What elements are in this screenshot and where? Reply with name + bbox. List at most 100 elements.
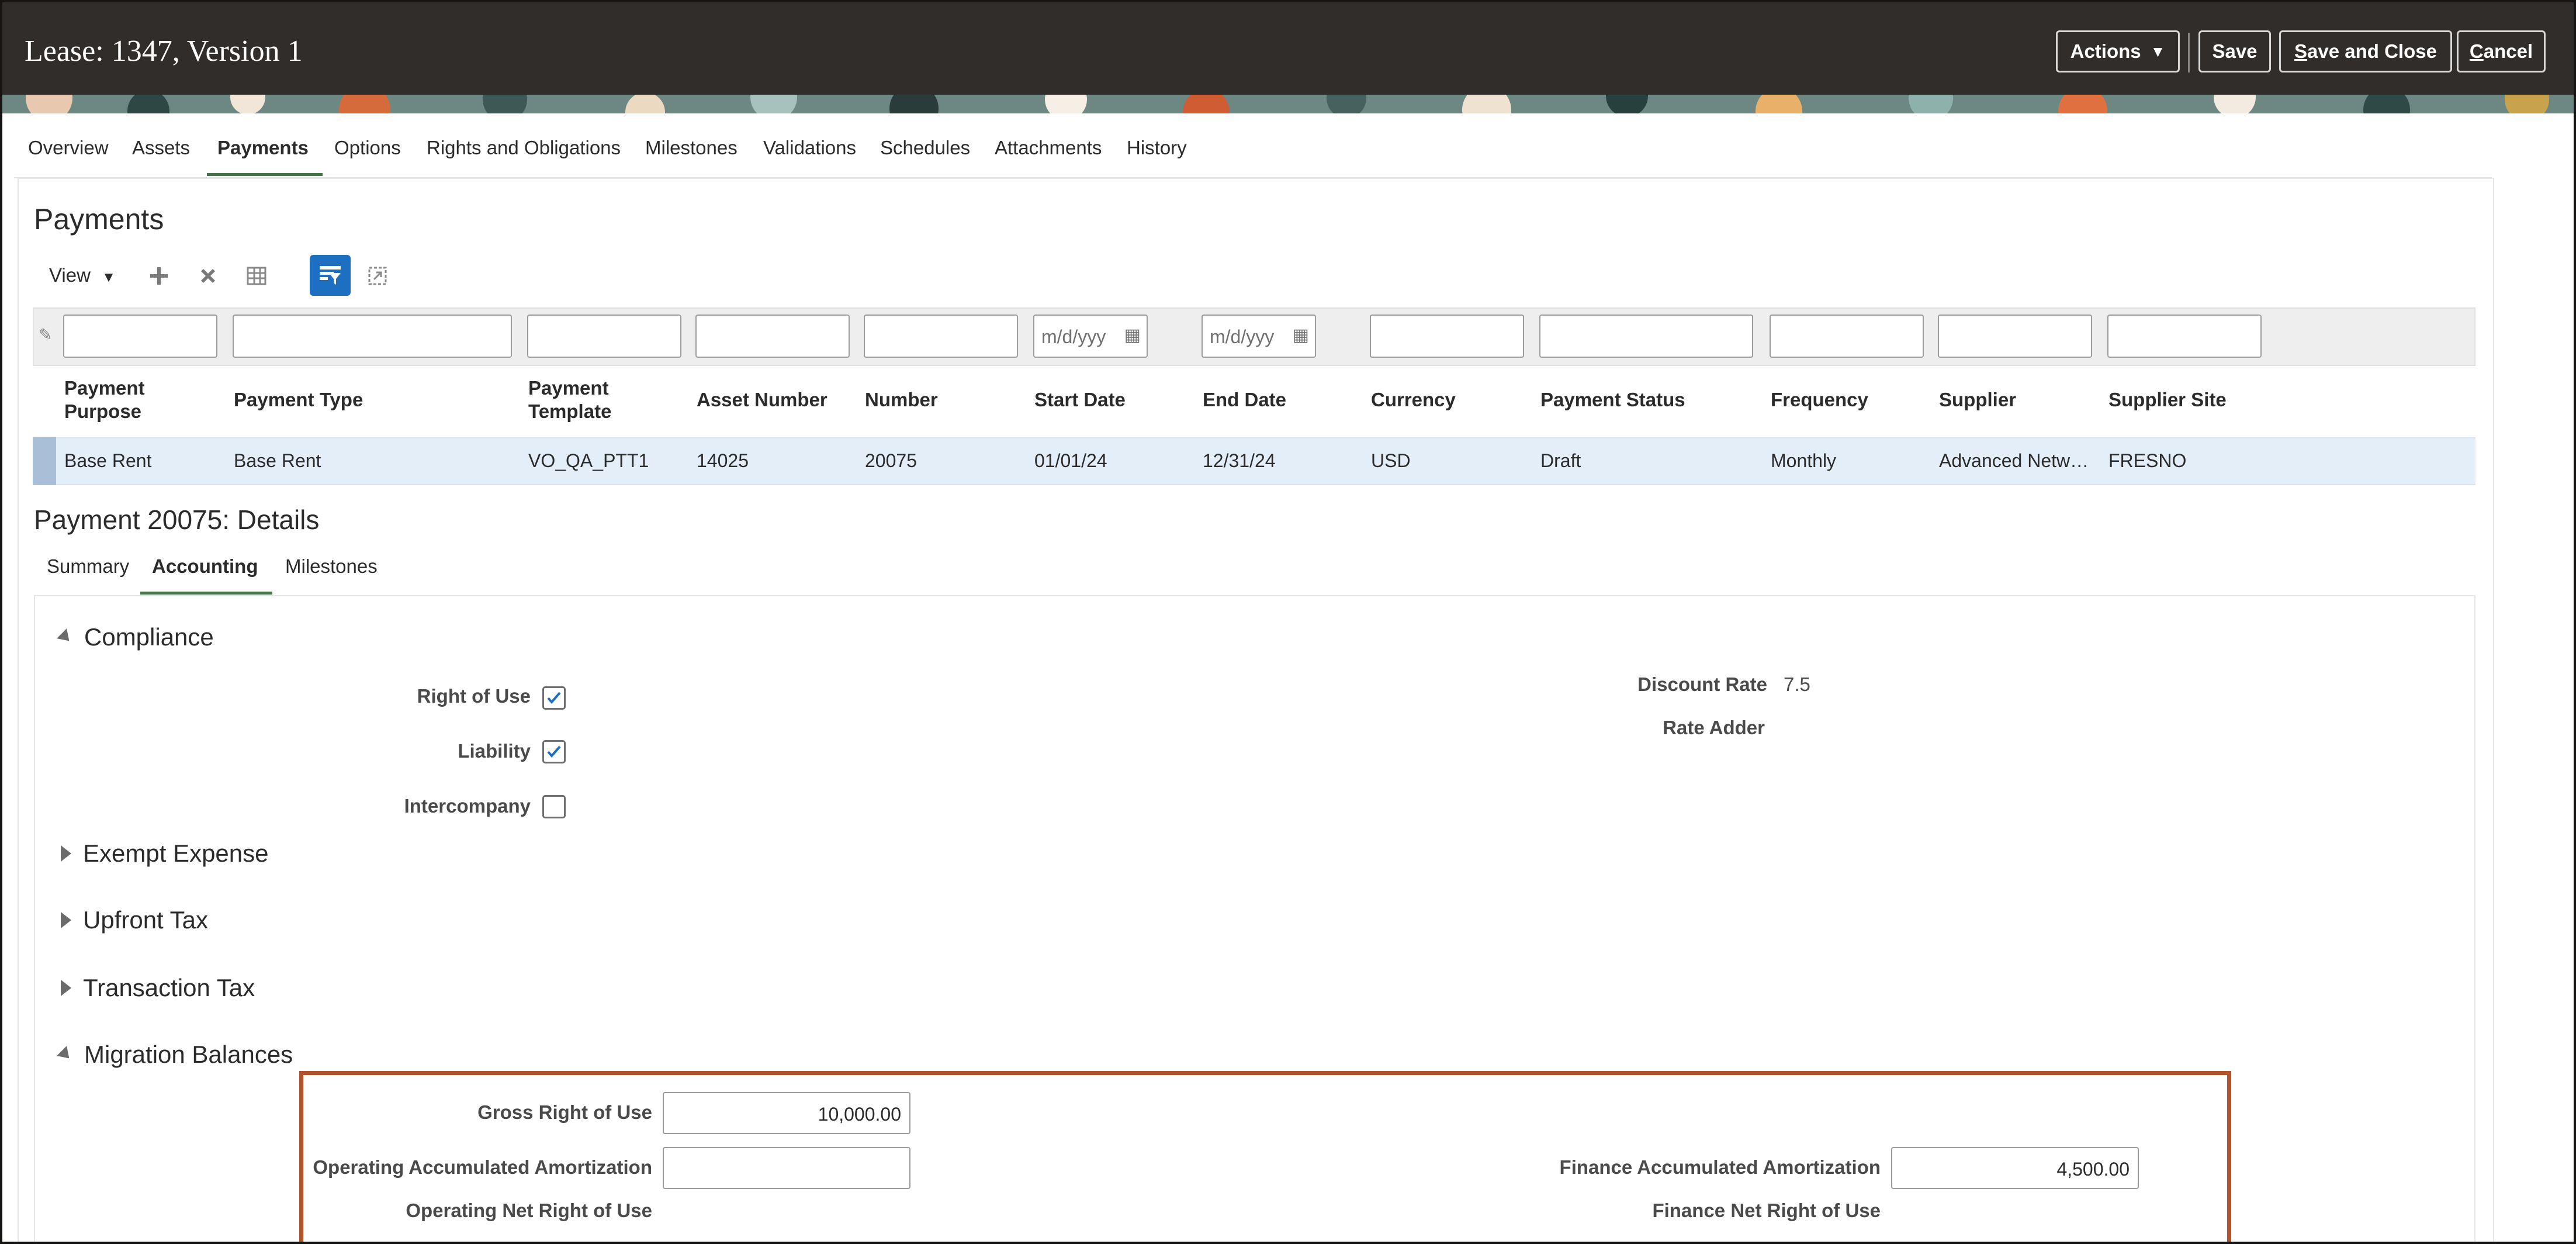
details-heading: Payment 20075: Details	[34, 504, 320, 535]
row-selector[interactable]	[33, 437, 56, 485]
filter-start-date[interactable]: m/d/yyy ▦	[1033, 315, 1148, 358]
col-supplier[interactable]: Supplier	[1939, 388, 2016, 412]
finance-accumulated-amortization-input[interactable]: 4,500.00	[1891, 1147, 2139, 1189]
cell-supplier: Advanced Netw…	[1939, 450, 2089, 471]
filter-asset-number[interactable]	[695, 315, 850, 358]
add-row-button[interactable]	[141, 258, 176, 293]
freeze-columns-button[interactable]	[240, 258, 275, 293]
cell-payment-template: VO_QA_PTT1	[528, 450, 649, 471]
edit-icon: ✎	[39, 326, 53, 344]
page-header: Lease: 1347, Version 1 Actions ▼ Save Sa…	[2, 2, 2574, 95]
filter-supplier[interactable]	[1938, 315, 2092, 358]
start-date-placeholder: m/d/yyy	[1041, 326, 1106, 347]
expand-icon	[61, 845, 71, 862]
cell-asset-number: 14025	[697, 450, 749, 471]
actions-label: Actions	[2070, 40, 2141, 62]
subtab-accounting[interactable]: Accounting	[152, 555, 258, 578]
actions-button[interactable]: Actions ▼	[2056, 30, 2180, 72]
section-transaction-tax-title: Transaction Tax	[83, 974, 255, 1001]
tab-attachments[interactable]: Attachments	[995, 137, 1102, 159]
section-upfront-tax[interactable]: Upfront Tax	[61, 906, 208, 934]
cell-number: 20075	[865, 450, 917, 471]
operating-net-right-of-use-label: Operating Net Right of Use	[406, 1200, 652, 1221]
filter-payment-type[interactable]	[233, 315, 512, 358]
subtab-summary[interactable]: Summary	[47, 555, 129, 578]
filter-end-date[interactable]: m/d/yyy ▦	[1202, 315, 1316, 358]
cancel-label: ancel	[2483, 40, 2533, 62]
chevron-down-icon: ▼	[102, 269, 116, 285]
tab-options[interactable]: Options	[334, 137, 401, 159]
right-of-use-checkbox[interactable]	[542, 686, 566, 710]
tab-payments[interactable]: Payments	[217, 137, 309, 159]
col-start-date[interactable]: Start Date	[1034, 388, 1126, 412]
end-date-placeholder: m/d/yyy	[1210, 326, 1275, 347]
save-button[interactable]: Save	[2198, 30, 2271, 72]
expand-icon	[61, 980, 71, 996]
finance-net-right-of-use-label: Finance Net Right of Use	[1652, 1200, 1881, 1221]
filter-currency[interactable]	[1370, 315, 1524, 358]
detach-button[interactable]	[360, 258, 395, 293]
checkmark-icon	[547, 745, 561, 758]
operating-accumulated-amortization-input[interactable]	[663, 1147, 910, 1189]
filter-payment-template[interactable]	[527, 315, 681, 358]
section-transaction-tax[interactable]: Transaction Tax	[61, 974, 255, 1002]
discount-rate-label: Discount Rate	[1637, 673, 1767, 695]
col-currency[interactable]: Currency	[1371, 388, 1456, 412]
cancel-mnemonic: C	[2469, 40, 2484, 62]
filter-supplier-site[interactable]	[2107, 315, 2262, 358]
detach-icon	[368, 267, 387, 285]
view-menu[interactable]: View ▼	[49, 264, 116, 286]
finance-accumulated-amortization-value: 4,500.00	[2056, 1159, 2130, 1180]
col-end-date[interactable]: End Date	[1203, 388, 1286, 412]
section-compliance-title: Compliance	[84, 623, 214, 651]
gross-right-of-use-value: 10,000.00	[818, 1104, 901, 1125]
gross-right-of-use-input[interactable]: 10,000.00	[663, 1092, 910, 1134]
chevron-down-icon: ▼	[2150, 42, 2166, 60]
calendar-icon[interactable]: ▦	[1293, 325, 1309, 345]
page-title: Lease: 1347, Version 1	[25, 34, 303, 68]
save-and-close-button[interactable]: Save and Close	[2279, 30, 2452, 72]
save-close-label: ave and Close	[2307, 40, 2437, 62]
active-tab-indicator	[207, 173, 323, 176]
tab-validations[interactable]: Validations	[763, 137, 856, 159]
tab-assets[interactable]: Assets	[132, 137, 190, 159]
plus-icon	[150, 267, 168, 285]
subtab-milestones[interactable]: Milestones	[285, 555, 378, 578]
view-label: View	[49, 264, 91, 286]
section-migration-balances[interactable]: Migration Balances	[57, 1041, 293, 1069]
delete-row-button[interactable]	[191, 258, 226, 293]
intercompany-label: Intercompany	[404, 795, 531, 817]
col-frequency[interactable]: Frequency	[1771, 388, 1868, 412]
tab-history[interactable]: History	[1127, 137, 1187, 159]
finance-accumulated-amortization-label: Finance Accumulated Amortization	[1559, 1156, 1881, 1178]
tab-schedules[interactable]: Schedules	[880, 137, 970, 159]
cell-start-date: 01/01/24	[1034, 450, 1107, 471]
col-supplier-site[interactable]: Supplier Site	[2108, 388, 2227, 412]
cancel-button[interactable]: Cancel	[2457, 30, 2546, 72]
col-number[interactable]: Number	[865, 388, 938, 412]
tab-overview[interactable]: Overview	[28, 137, 109, 159]
filter-frequency[interactable]	[1770, 315, 1924, 358]
section-compliance[interactable]: Compliance	[57, 623, 214, 651]
col-payment-template[interactable]: Payment Template	[528, 376, 645, 423]
liability-checkbox[interactable]	[542, 740, 566, 763]
lease-edit-page: Lease: 1347, Version 1 Actions ▼ Save Sa…	[0, 0, 2576, 1244]
intercompany-checkbox[interactable]	[542, 795, 566, 818]
calendar-icon[interactable]: ▦	[1124, 325, 1141, 345]
table-columns-icon	[247, 267, 266, 285]
filter-payment-purpose[interactable]	[63, 315, 217, 358]
col-payment-type[interactable]: Payment Type	[234, 388, 363, 412]
cell-currency: USD	[1371, 450, 1411, 471]
query-by-example-button[interactable]	[310, 255, 351, 296]
filter-number[interactable]	[864, 315, 1018, 358]
header-divider	[2188, 33, 2190, 72]
filter-icon	[320, 266, 341, 285]
close-icon	[201, 269, 215, 283]
section-exempt-expense[interactable]: Exempt Expense	[61, 839, 269, 868]
tab-milestones[interactable]: Milestones	[645, 137, 738, 159]
tab-rights-and-obligations[interactable]: Rights and Obligations	[427, 137, 621, 159]
col-payment-status[interactable]: Payment Status	[1540, 388, 1685, 412]
filter-payment-status[interactable]	[1539, 315, 1753, 358]
col-asset-number[interactable]: Asset Number	[697, 388, 827, 412]
col-payment-purpose[interactable]: Payment Purpose	[64, 376, 181, 423]
